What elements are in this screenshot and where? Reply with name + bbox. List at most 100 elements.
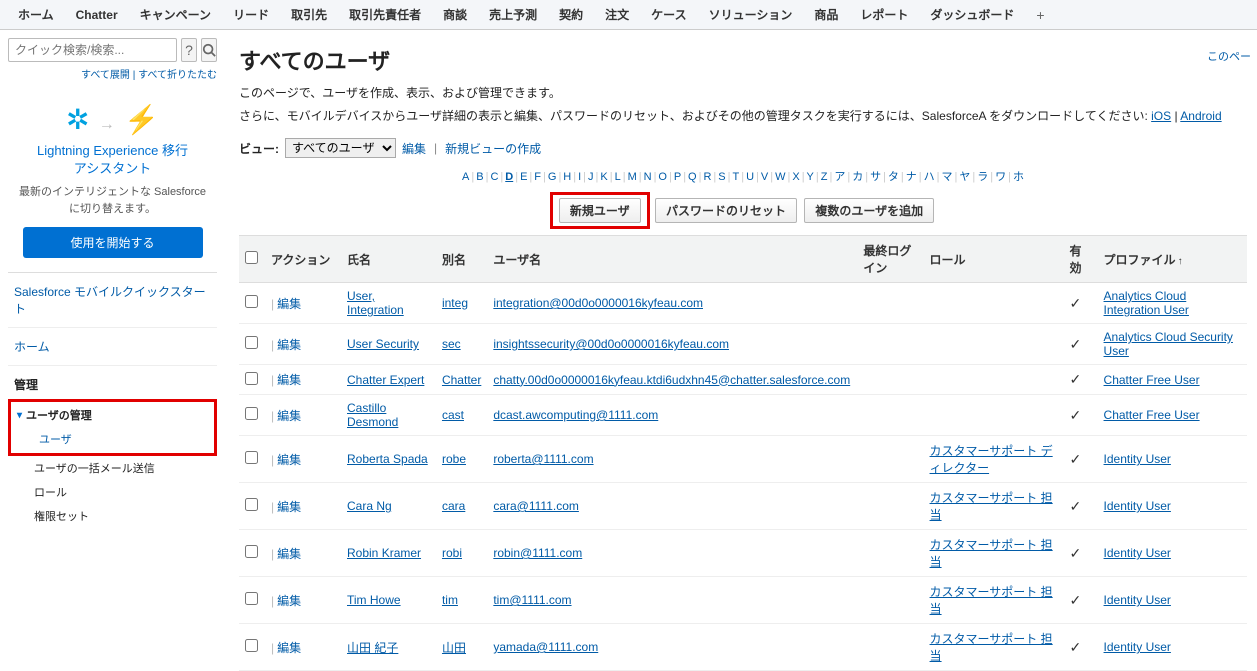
user-name-link[interactable]: User, Integration (347, 289, 404, 317)
tree-item-permsets[interactable]: 権限セット (8, 504, 217, 528)
alpha-Z[interactable]: Z (821, 171, 828, 183)
alpha-B[interactable]: B (476, 171, 483, 183)
user-name-link[interactable]: Castillo Desmond (347, 401, 398, 429)
user-profile-link[interactable]: Identity User (1104, 546, 1171, 560)
user-username-link[interactable]: tim@1111.com (493, 593, 571, 607)
user-name-link[interactable]: Robin Kramer (347, 546, 421, 560)
user-name-link[interactable]: Roberta Spada (347, 452, 428, 466)
add-multiple-users-button[interactable]: 複数のユーザを追加 (804, 198, 934, 223)
sidebar-home-link[interactable]: ホーム (8, 328, 217, 366)
alpha-ワ[interactable]: ワ (995, 171, 1006, 183)
user-profile-link[interactable]: Identity User (1104, 452, 1171, 466)
view-select[interactable]: すべてのユーザ (285, 138, 396, 158)
edit-link[interactable]: 編集 (277, 500, 301, 514)
nav-Chatter[interactable]: Chatter (76, 8, 118, 22)
nav-キャンペーン[interactable]: キャンペーン (140, 6, 211, 23)
nav-取引先[interactable]: 取引先 (291, 6, 327, 23)
nav-商談[interactable]: 商談 (443, 6, 467, 23)
view-edit-link[interactable]: 編集 (402, 140, 426, 157)
alpha-ホ[interactable]: ホ (1013, 171, 1024, 183)
user-alias-link[interactable]: sec (442, 337, 461, 351)
user-username-link[interactable]: cara@1111.com (493, 499, 579, 513)
tree-item-users[interactable]: ユーザ (13, 427, 212, 451)
android-link[interactable]: Android (1180, 109, 1221, 123)
tree-user-management[interactable]: ▾ ユーザの管理 (13, 403, 212, 427)
user-username-link[interactable]: chatty.00d0o0000016kyfeau.ktdi6udxhn45@c… (493, 373, 850, 387)
alpha-I[interactable]: I (578, 171, 581, 183)
alpha-O[interactable]: O (658, 171, 667, 183)
row-checkbox[interactable] (245, 451, 258, 464)
alpha-ヤ[interactable]: ヤ (959, 171, 970, 183)
alpha-F[interactable]: F (534, 171, 541, 183)
search-icon[interactable] (201, 38, 217, 62)
user-profile-link[interactable]: Chatter Free User (1104, 373, 1200, 387)
page-help-link[interactable]: このペー (1207, 48, 1251, 64)
nav-取引先責任者[interactable]: 取引先責任者 (349, 6, 421, 23)
user-name-link[interactable]: 山田 紀子 (347, 641, 398, 655)
quick-search-input[interactable] (8, 38, 177, 62)
user-alias-link[interactable]: cast (442, 408, 464, 422)
alpha-K[interactable]: K (600, 171, 607, 183)
alpha-A[interactable]: A (462, 171, 469, 183)
alpha-N[interactable]: N (644, 171, 652, 183)
col-active[interactable]: 有効 (1064, 236, 1098, 283)
new-user-button[interactable]: 新規ユーザ (559, 198, 641, 223)
alpha-カ[interactable]: カ (852, 171, 863, 183)
row-checkbox[interactable] (245, 336, 258, 349)
user-username-link[interactable]: dcast.awcomputing@1111.com (493, 408, 658, 422)
user-username-link[interactable]: yamada@1111.com (493, 640, 598, 654)
edit-link[interactable]: 編集 (277, 409, 301, 423)
alpha-ラ[interactable]: ラ (977, 171, 988, 183)
alpha-ハ[interactable]: ハ (924, 171, 935, 183)
col-alias[interactable]: 別名 (436, 236, 487, 283)
user-name-link[interactable]: User Security (347, 337, 419, 351)
alpha-ナ[interactable]: ナ (906, 171, 917, 183)
user-role-link[interactable]: カスタマーサポート 担当 (930, 585, 1053, 616)
row-checkbox[interactable] (245, 545, 258, 558)
alpha-T[interactable]: T (732, 171, 739, 183)
row-checkbox[interactable] (245, 498, 258, 511)
user-username-link[interactable]: roberta@1111.com (493, 452, 593, 466)
edit-link[interactable]: 編集 (277, 453, 301, 467)
col-lastlogin[interactable]: 最終ログイン (857, 236, 923, 283)
user-profile-link[interactable]: Identity User (1104, 640, 1171, 654)
alpha-C[interactable]: C (490, 171, 498, 183)
alpha-H[interactable]: H (563, 171, 571, 183)
sidebar-quickstart-link[interactable]: Salesforce モバイルクイックスタート (8, 273, 217, 328)
user-username-link[interactable]: integration@00d0o0000016kyfeau.com (493, 296, 703, 310)
user-profile-link[interactable]: Identity User (1104, 499, 1171, 513)
alpha-U[interactable]: U (746, 171, 754, 183)
alpha-W[interactable]: W (775, 171, 785, 183)
nav-売上予測[interactable]: 売上予測 (489, 6, 537, 23)
alpha-サ[interactable]: サ (870, 171, 881, 183)
user-role-link[interactable]: カスタマーサポート 担当 (930, 538, 1053, 569)
user-alias-link[interactable]: integ (442, 296, 468, 310)
user-alias-link[interactable]: cara (442, 499, 465, 513)
row-checkbox[interactable] (245, 372, 258, 385)
user-role-link[interactable]: カスタマーサポート 担当 (930, 632, 1053, 663)
alpha-D[interactable]: D (505, 171, 513, 183)
edit-link[interactable]: 編集 (277, 594, 301, 608)
user-alias-link[interactable]: tim (442, 593, 458, 607)
alpha-R[interactable]: R (703, 171, 711, 183)
edit-link[interactable]: 編集 (277, 338, 301, 352)
lex-start-button[interactable]: 使用を開始する (23, 227, 203, 258)
edit-link[interactable]: 編集 (277, 547, 301, 561)
user-alias-link[interactable]: Chatter (442, 373, 481, 387)
user-name-link[interactable]: Cara Ng (347, 499, 392, 513)
user-name-link[interactable]: Tim Howe (347, 593, 401, 607)
alpha-タ[interactable]: タ (888, 171, 899, 183)
col-role[interactable]: ロール (924, 236, 1064, 283)
nav-add-tab[interactable]: + (1036, 7, 1044, 23)
alpha-L[interactable]: L (615, 171, 621, 183)
reset-password-button[interactable]: パスワードのリセット (655, 198, 797, 223)
view-create-link[interactable]: 新規ビューの作成 (445, 140, 541, 157)
edit-link[interactable]: 編集 (277, 641, 301, 655)
user-role-link[interactable]: カスタマーサポート ディレクター (930, 444, 1053, 475)
row-checkbox[interactable] (245, 639, 258, 652)
nav-リード[interactable]: リード (233, 6, 269, 23)
select-all-checkbox[interactable] (245, 251, 258, 264)
nav-ケース[interactable]: ケース (651, 6, 686, 23)
user-username-link[interactable]: robin@1111.com (493, 546, 582, 560)
alpha-X[interactable]: X (792, 171, 799, 183)
